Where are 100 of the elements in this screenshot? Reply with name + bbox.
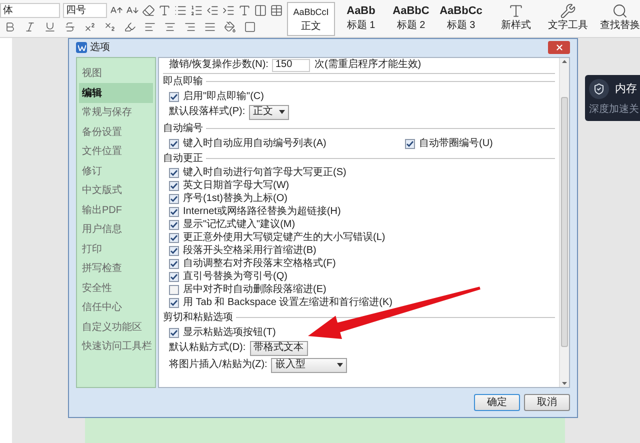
border-icon[interactable] xyxy=(244,21,256,33)
undo-steps-field[interactable]: 150 xyxy=(272,58,310,72)
dropdown[interactable]: 带格式文本 xyxy=(250,340,308,356)
section-heading: 剪切和粘贴选项 xyxy=(163,312,233,323)
justify-icon[interactable] xyxy=(204,21,216,33)
option-label: 显示"记忆式键入"建议(M) xyxy=(183,220,296,230)
option-label: 自动调整右对齐段落末空格格式(F) xyxy=(183,259,336,270)
eraser-icon[interactable] xyxy=(142,4,155,17)
undo-steps-label: 撤销/恢复操作步数(N): xyxy=(169,60,268,70)
fill-icon[interactable] xyxy=(224,21,236,33)
category-item[interactable]: 用户信息 xyxy=(79,220,153,240)
close-button[interactable] xyxy=(548,41,570,54)
strikethrough-icon[interactable] xyxy=(64,21,76,33)
align-center-icon[interactable] xyxy=(164,21,176,33)
numbered-list-icon[interactable] xyxy=(190,4,203,17)
checkbox[interactable] xyxy=(405,138,415,149)
restart-note: 次(需重启程序才能生效) xyxy=(314,60,422,70)
category-item[interactable]: 修订 xyxy=(79,161,153,181)
scroll-up-icon[interactable] xyxy=(562,60,567,63)
checkbox[interactable] xyxy=(169,207,179,218)
option-label: 自动带圈编号(U) xyxy=(419,138,493,149)
style-preset[interactable]: AaBbCc 标题 3 xyxy=(437,2,485,36)
superscript-icon[interactable] xyxy=(84,21,96,33)
indent-icon[interactable] xyxy=(222,4,235,17)
option-label: 启用"即点即输"(C) xyxy=(183,92,264,102)
category-item[interactable]: 文件位置 xyxy=(79,142,153,162)
dropdown[interactable]: 正文 xyxy=(249,104,290,120)
table-icon[interactable] xyxy=(270,4,283,17)
dropdown-arrow-icon xyxy=(337,363,344,368)
dropdown[interactable]: 嵌入型 xyxy=(271,358,348,373)
check-icon xyxy=(406,140,414,148)
checkbox[interactable] xyxy=(169,168,179,178)
checkbox[interactable] xyxy=(169,246,179,256)
option-label: Internet或网络路径替换为超链接(H) xyxy=(183,207,341,218)
scroll-down-icon[interactable] xyxy=(562,382,567,385)
option-label: 默认粘贴方式(D): xyxy=(169,343,246,354)
category-item[interactable]: 常规与保存 xyxy=(79,102,153,122)
checkbox[interactable] xyxy=(169,138,179,149)
checkbox[interactable] xyxy=(169,285,179,296)
check-icon xyxy=(170,299,178,308)
align-right-icon[interactable] xyxy=(184,21,196,33)
align-left-icon[interactable] xyxy=(144,21,156,33)
category-item[interactable]: 备份设置 xyxy=(79,122,153,142)
style-preset[interactable]: AaBbC 标题 2 xyxy=(387,2,435,36)
checkbox[interactable] xyxy=(169,298,179,308)
window-title: 选项 xyxy=(90,40,110,56)
checkbox[interactable] xyxy=(169,181,179,192)
option-label: 居中对齐时自动删除段落缩进(E) xyxy=(183,285,326,296)
category-item[interactable]: 输出PDF xyxy=(79,200,153,220)
scrollbar[interactable] xyxy=(559,58,569,387)
check-icon xyxy=(170,328,178,337)
option-label: 用 Tab 和 Backspace 设置左缩进和首行缩进(K) xyxy=(183,298,392,308)
category-item[interactable]: 视图 xyxy=(79,64,153,84)
tool-button[interactable]: 新样式 xyxy=(493,3,539,33)
checkbox[interactable] xyxy=(169,328,179,338)
option-label: 更正意外使用大写锁定键产生的大小写错误(L) xyxy=(183,233,386,244)
scrollbar-thumb[interactable] xyxy=(561,97,568,348)
style-preset[interactable]: AaBb 标题 1 xyxy=(337,2,385,36)
bold-icon[interactable] xyxy=(4,21,16,33)
underline-icon[interactable] xyxy=(44,21,56,33)
section-heading: 即点即输 xyxy=(163,76,203,87)
checkbox[interactable] xyxy=(169,259,179,270)
shield-icon xyxy=(589,79,609,99)
font-size-field[interactable]: 四号 xyxy=(63,3,107,18)
section-heading: 自动编号 xyxy=(163,124,203,134)
checkbox[interactable] xyxy=(169,92,179,102)
italic-icon[interactable] xyxy=(24,21,36,33)
check-icon xyxy=(170,140,178,148)
outdent-icon[interactable] xyxy=(206,4,219,17)
category-item[interactable]: 安全性 xyxy=(79,278,153,298)
dialog-button[interactable]: 确定 xyxy=(474,394,520,411)
tool-button[interactable]: 文字工具 xyxy=(545,3,591,33)
popup-title: 内存 xyxy=(615,82,637,97)
category-item[interactable]: 中文版式 xyxy=(79,180,153,200)
category-item[interactable]: 拼写检查 xyxy=(79,258,153,278)
font-field[interactable]: 体 xyxy=(0,3,60,18)
category-item[interactable]: 快速访问工具栏 xyxy=(79,336,153,356)
option-label: 序号(1st)替换为上标(O) xyxy=(183,194,288,204)
tool-button[interactable]: 查找替换 xyxy=(597,3,640,33)
category-item[interactable]: 自定义功能区 xyxy=(79,317,153,337)
category-item[interactable]: 信任中心 xyxy=(79,298,153,318)
highlighter-icon[interactable] xyxy=(124,21,136,33)
checkbox[interactable] xyxy=(169,194,179,204)
checkbox[interactable] xyxy=(169,233,179,244)
option-label: 英文日期首字母大写(W) xyxy=(183,181,290,192)
dialog-button[interactable]: 取消 xyxy=(524,394,570,411)
checkbox[interactable] xyxy=(169,272,179,282)
option-label: 显示粘贴选项按钮(T) xyxy=(183,328,276,338)
option-label: 直引号替换为弯引号(Q) xyxy=(183,272,288,282)
dropdown-arrow-icon xyxy=(279,110,286,114)
checkbox[interactable] xyxy=(169,220,179,230)
wrench-icon xyxy=(560,3,576,19)
style-preset[interactable]: AaBbCcI 正文 xyxy=(287,2,335,36)
close-icon xyxy=(554,43,564,52)
category-item[interactable]: 打印 xyxy=(79,239,153,259)
subscript-icon[interactable] xyxy=(104,21,116,33)
category-item[interactable]: 编辑 xyxy=(79,83,153,103)
text-style-icon[interactable] xyxy=(158,4,171,17)
columns-icon[interactable] xyxy=(254,4,267,17)
option-label: 默认段落样式(P): xyxy=(169,107,246,118)
